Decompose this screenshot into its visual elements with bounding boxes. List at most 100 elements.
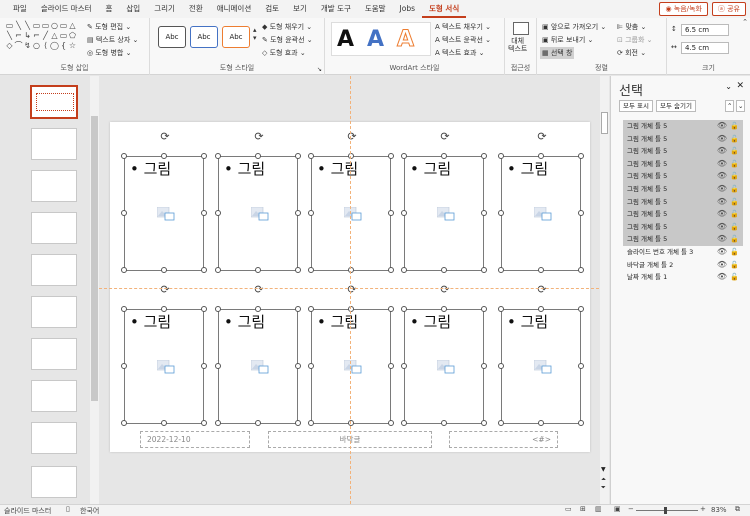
picture-icon[interactable] bbox=[344, 207, 362, 221]
reading-view-icon[interactable]: ▥ bbox=[595, 505, 602, 513]
selection-item[interactable]: 바닥글 개체 틀 2 👁 🔓 bbox=[623, 259, 743, 272]
resize-handle[interactable] bbox=[348, 153, 354, 159]
resize-handle[interactable] bbox=[401, 306, 407, 312]
shape-style-1[interactable]: Abc bbox=[158, 26, 186, 48]
thumbnail-slide[interactable] bbox=[31, 338, 77, 370]
resize-handle[interactable] bbox=[348, 306, 354, 312]
selection-item[interactable]: 슬라이드 번호 개체 틀 3 👁 🔓 bbox=[623, 246, 743, 259]
visibility-eye-icon[interactable]: 👁 bbox=[717, 221, 727, 234]
selection-item[interactable]: 그림 개체 틀 5 👁 🔓 bbox=[623, 120, 743, 133]
resize-handle[interactable] bbox=[161, 420, 167, 426]
resize-handle[interactable] bbox=[121, 363, 127, 369]
resize-handle[interactable] bbox=[255, 153, 261, 159]
resize-handle[interactable] bbox=[215, 210, 221, 216]
tab-9[interactable]: 개발 도구 bbox=[314, 0, 358, 18]
text-effects-button[interactable]: A 텍스트 효과 ⌄ bbox=[435, 48, 485, 58]
slideshow-icon[interactable]: ▣ bbox=[614, 505, 621, 513]
resize-handle[interactable] bbox=[308, 267, 314, 273]
resize-handle[interactable] bbox=[308, 420, 314, 426]
rotate-button[interactable]: ⟳ 회전 ⌄ bbox=[617, 48, 646, 58]
resize-handle[interactable] bbox=[578, 210, 584, 216]
resize-handle[interactable] bbox=[161, 306, 167, 312]
date-placeholder[interactable]: 2022-12-10 bbox=[140, 431, 250, 448]
picture-icon[interactable] bbox=[344, 360, 362, 374]
merge-shapes-button[interactable]: ◎ 도형 병합 ⌄ bbox=[87, 48, 131, 58]
edit-shape-button[interactable]: ✎ 도형 편집 ⌄ bbox=[87, 22, 131, 32]
group-button[interactable]: ⊡ 그룹화 ⌄ bbox=[617, 35, 653, 45]
picture-icon[interactable] bbox=[157, 207, 175, 221]
resize-handle[interactable] bbox=[201, 363, 207, 369]
resize-handle[interactable] bbox=[401, 210, 407, 216]
wordart-style-2[interactable]: A bbox=[367, 27, 384, 52]
resize-handle[interactable] bbox=[215, 420, 221, 426]
selection-item[interactable]: 그림 개체 틀 5 👁 🔓 bbox=[623, 145, 743, 158]
selection-item[interactable]: 그림 개체 틀 5 👁 🔓 bbox=[623, 157, 743, 171]
resize-handle[interactable] bbox=[308, 363, 314, 369]
accessibility-icon[interactable]: ▯ bbox=[66, 505, 70, 513]
visibility-eye-icon[interactable]: 👁 bbox=[717, 145, 727, 158]
resize-handle[interactable] bbox=[308, 153, 314, 159]
slide-sorter-icon[interactable]: ⊞ bbox=[580, 505, 586, 513]
picture-placeholder[interactable]: • 그림 ⟳ bbox=[215, 284, 301, 426]
picture-placeholder[interactable]: • 그림 ⟳ bbox=[121, 284, 207, 426]
tab-4[interactable]: 그리기 bbox=[147, 0, 182, 18]
resize-handle[interactable] bbox=[121, 306, 127, 312]
scroll-down-icon[interactable]: ▼ bbox=[601, 466, 606, 473]
rotate-handle-icon[interactable]: ⟳ bbox=[253, 131, 265, 143]
resize-handle[interactable] bbox=[161, 153, 167, 159]
picture-icon[interactable] bbox=[534, 360, 552, 374]
resize-handle[interactable] bbox=[201, 267, 207, 273]
zoom-slider-thumb[interactable] bbox=[664, 507, 667, 514]
rotate-handle-icon[interactable]: ⟳ bbox=[439, 284, 451, 296]
resize-handle[interactable] bbox=[498, 363, 504, 369]
tab-3[interactable]: 삽입 bbox=[119, 0, 147, 18]
resize-handle[interactable] bbox=[121, 420, 127, 426]
dialog-launcher-icon[interactable]: ↘ bbox=[317, 66, 322, 73]
tab-5[interactable]: 전환 bbox=[182, 0, 210, 18]
share-button[interactable]: ⓐ 공유 bbox=[711, 2, 746, 16]
tab-7[interactable]: 검토 bbox=[258, 0, 286, 18]
resize-handle[interactable] bbox=[255, 420, 261, 426]
picture-icon[interactable] bbox=[157, 360, 175, 374]
rotate-handle-icon[interactable]: ⟳ bbox=[346, 284, 358, 296]
shape-gallery[interactable]: ▭ ╲ ╲ ▭ ▭ ○ ▭ △ ╲ ⌐ ↳ ⌐ ╱ △ ▭ ⬠ ◇ ⌒ ↯ ○ ⟨ ◯{☆ bbox=[5, 21, 77, 53]
hide-all-button[interactable]: 모두 숨기기 bbox=[656, 100, 696, 112]
width-input[interactable]: 4.5 cm bbox=[681, 42, 729, 54]
resize-handle[interactable] bbox=[401, 420, 407, 426]
thumbnail-slide[interactable] bbox=[31, 380, 77, 412]
thumbnail-slide[interactable] bbox=[31, 296, 77, 328]
rotate-handle-icon[interactable]: ⟳ bbox=[346, 131, 358, 143]
resize-handle[interactable] bbox=[388, 153, 394, 159]
close-icon[interactable]: ✕ bbox=[736, 81, 744, 91]
send-backward-arrow-icon[interactable]: ⌄ bbox=[736, 100, 746, 112]
resize-handle[interactable] bbox=[498, 153, 504, 159]
thumbnail-slide[interactable] bbox=[31, 212, 77, 244]
thumbnail-slide[interactable] bbox=[31, 128, 77, 160]
resize-handle[interactable] bbox=[498, 306, 504, 312]
resize-handle[interactable] bbox=[538, 306, 544, 312]
picture-icon[interactable] bbox=[534, 207, 552, 221]
unlock-icon[interactable]: 🔓 bbox=[730, 170, 739, 183]
picture-icon[interactable] bbox=[437, 360, 455, 374]
visibility-eye-icon[interactable]: 👁 bbox=[717, 246, 727, 259]
resize-handle[interactable] bbox=[308, 210, 314, 216]
resize-handle[interactable] bbox=[388, 267, 394, 273]
resize-handle[interactable] bbox=[201, 420, 207, 426]
bring-forward-button[interactable]: ▣ 앞으로 가져오기 ⌄ bbox=[542, 22, 606, 32]
resize-handle[interactable] bbox=[578, 363, 584, 369]
horizontal-guide[interactable] bbox=[99, 288, 599, 289]
visibility-eye-icon[interactable]: 👁 bbox=[717, 170, 727, 183]
rotate-handle-icon[interactable]: ⟳ bbox=[253, 284, 265, 296]
picture-placeholder[interactable]: • 그림 ⟳ bbox=[215, 131, 301, 273]
unlock-icon[interactable]: 🔓 bbox=[730, 233, 739, 246]
tab-12[interactable]: 도형 서식 bbox=[422, 0, 467, 18]
resize-handle[interactable] bbox=[401, 363, 407, 369]
resize-handle[interactable] bbox=[121, 153, 127, 159]
picture-icon[interactable] bbox=[437, 207, 455, 221]
resize-handle[interactable] bbox=[308, 306, 314, 312]
selection-pane-button[interactable]: ▦ 선택 창 bbox=[540, 47, 575, 59]
resize-handle[interactable] bbox=[215, 363, 221, 369]
selection-item[interactable]: 그림 개체 틀 5 👁 🔓 bbox=[623, 183, 743, 196]
tab-6[interactable]: 애니메이션 bbox=[210, 0, 259, 18]
resize-handle[interactable] bbox=[348, 267, 354, 273]
